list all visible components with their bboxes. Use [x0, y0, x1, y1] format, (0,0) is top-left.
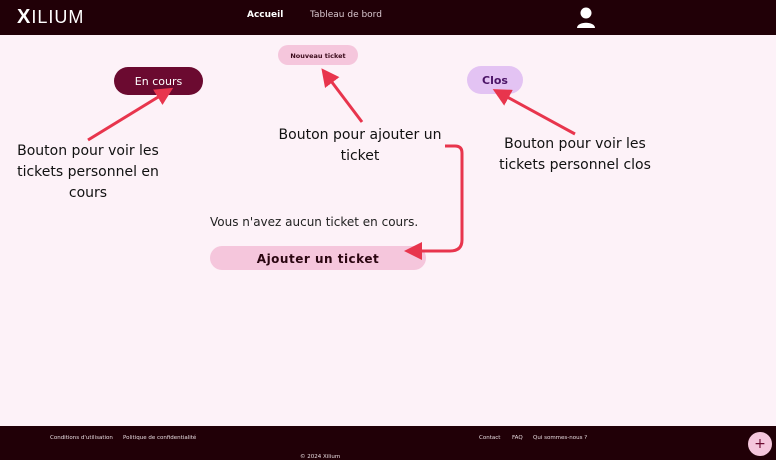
footer: Conditions d'utilisation Politique de co… [0, 426, 776, 460]
new-ticket-button[interactable]: Nouveau ticket [278, 45, 358, 65]
user-icon[interactable] [574, 5, 598, 29]
annotation-line: tickets personnel clos [499, 157, 651, 173]
logo-text: ILIUM [31, 7, 85, 27]
annotation-clos: Bouton pour voir les tickets personnel c… [495, 134, 655, 176]
logo-mark: X [17, 6, 32, 28]
annotation-line: ticket [340, 148, 380, 164]
footer-link-about[interactable]: Qui sommes-nous ? [533, 435, 587, 441]
footer-link-privacy[interactable]: Politique de confidentialité [123, 435, 196, 441]
logo[interactable]: X ILIUM [17, 6, 84, 29]
footer-link-faq[interactable]: FAQ [512, 435, 523, 441]
arrow-new-ticket [321, 68, 364, 123]
add-ticket-button[interactable]: Ajouter un ticket [210, 246, 426, 270]
annotation-line: Bouton pour voir les [504, 136, 646, 152]
annotation-line: cours [68, 185, 108, 201]
annotation-line: Bouton pour voir les [17, 143, 159, 159]
footer-link-conditions[interactable]: Conditions d'utilisation [50, 435, 113, 441]
nav-tableau-de-bord[interactable]: Tableau de bord [310, 10, 382, 20]
clos-button[interactable]: Clos [467, 66, 523, 94]
annotation-line: tickets personnel en [17, 164, 159, 180]
annotation-en-cours: Bouton pour voir les tickets personnel e… [10, 141, 166, 204]
annotation-line: Bouton pour ajouter un [278, 127, 442, 143]
annotation-arrows [87, 68, 576, 260]
empty-state-text: Vous n'avez aucun ticket en cours. [210, 215, 419, 229]
nav-accueil[interactable]: Accueil [247, 10, 283, 20]
copyright: © 2024 Xilium [300, 454, 341, 460]
top-navbar: X ILIUM Accueil Tableau de bord [0, 0, 776, 35]
fab-add-button[interactable]: + [748, 432, 772, 456]
arrow-clos [492, 89, 576, 136]
arrow-en-cours [87, 87, 174, 142]
en-cours-button[interactable]: En cours [114, 67, 203, 95]
footer-link-contact[interactable]: Contact [479, 435, 500, 441]
annotation-new-ticket: Bouton pour ajouter un ticket [270, 125, 450, 167]
